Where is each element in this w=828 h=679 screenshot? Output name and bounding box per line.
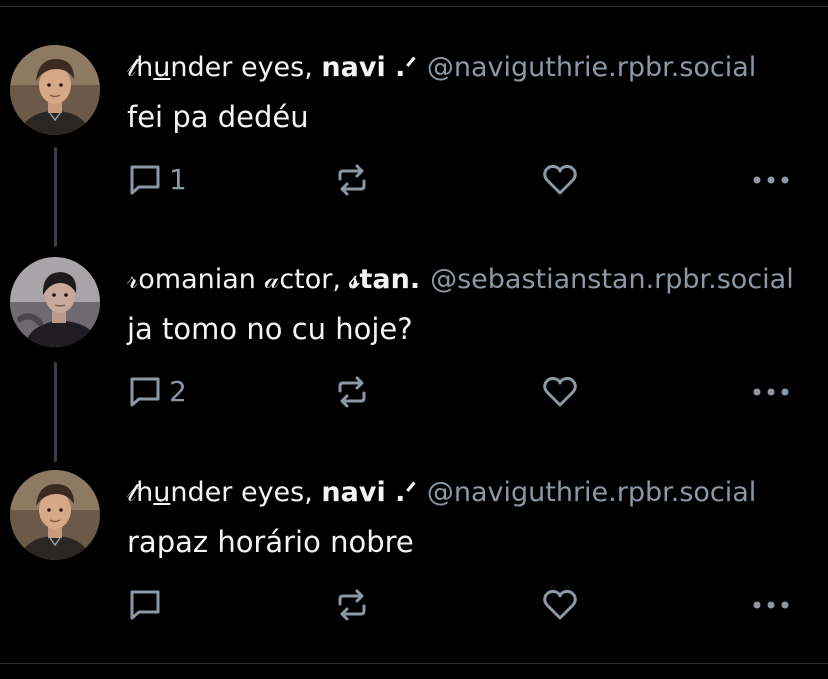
like-button[interactable] (540, 585, 580, 625)
avatar-man-dark-icon (10, 257, 100, 347)
reply-button[interactable]: 2 (127, 372, 187, 412)
thread-line (54, 362, 57, 462)
avatar[interactable] (10, 470, 100, 560)
more-button[interactable] (749, 372, 793, 412)
display-name[interactable]: 𝓉hunder eyes, navi .ᐟ (127, 477, 417, 508)
post-text: rapaz horário nobre (127, 525, 414, 559)
repost-button[interactable] (333, 160, 371, 200)
reply-count: 1 (169, 163, 187, 196)
avatar[interactable] (10, 45, 100, 135)
more-icon (753, 388, 789, 396)
handle[interactable]: @naviguthrie.rpbr.social (427, 477, 756, 508)
reply-icon (130, 165, 160, 195)
more-icon (753, 176, 789, 184)
reply-button[interactable] (127, 585, 169, 625)
author-line: 𝓉hunder eyes, navi .ᐟ @naviguthrie.rpbr.s… (127, 475, 828, 511)
handle[interactable]: @naviguthrie.rpbr.social (427, 52, 756, 83)
bottom-divider (0, 663, 828, 664)
handle[interactable]: @sebastianstan.rpbr.social (430, 264, 794, 295)
avatar[interactable] (10, 257, 100, 347)
more-icon (753, 601, 789, 609)
author-line: 𝓉hunder eyes, navi .ᐟ @naviguthrie.rpbr.s… (127, 50, 828, 86)
reply-icon (130, 590, 160, 620)
heart-icon (543, 164, 577, 195)
reply-count: 2 (169, 375, 187, 408)
more-button[interactable] (749, 160, 793, 200)
repost-icon (338, 164, 366, 196)
repost-button[interactable] (333, 585, 371, 625)
thread-line (54, 147, 57, 247)
display-name[interactable]: 𝓉hunder eyes, navi .ᐟ (127, 52, 417, 83)
reply-button[interactable]: 1 (127, 160, 187, 200)
like-button[interactable] (540, 160, 580, 200)
top-divider (0, 6, 828, 7)
repost-icon (338, 589, 366, 621)
action-bar: 1 (127, 160, 807, 200)
post-text: fei pa dedéu (127, 100, 309, 134)
post-text: ja tomo no cu hoje? (127, 312, 413, 346)
repost-icon (338, 376, 366, 408)
more-button[interactable] (749, 585, 793, 625)
repost-button[interactable] (333, 372, 371, 412)
display-name[interactable]: 𝓇omanian 𝒶ctor, 𝓈tan. (127, 264, 420, 295)
avatar-young-man-icon (10, 45, 100, 135)
action-bar (127, 585, 807, 625)
reply-icon (130, 377, 160, 407)
action-bar: 2 (127, 372, 807, 412)
avatar-young-man-icon (10, 470, 100, 560)
heart-icon (543, 376, 577, 407)
heart-icon (543, 589, 577, 620)
author-line: 𝓇omanian 𝒶ctor, 𝓈tan. @sebastianstan.rpbr… (127, 262, 828, 298)
like-button[interactable] (540, 372, 580, 412)
